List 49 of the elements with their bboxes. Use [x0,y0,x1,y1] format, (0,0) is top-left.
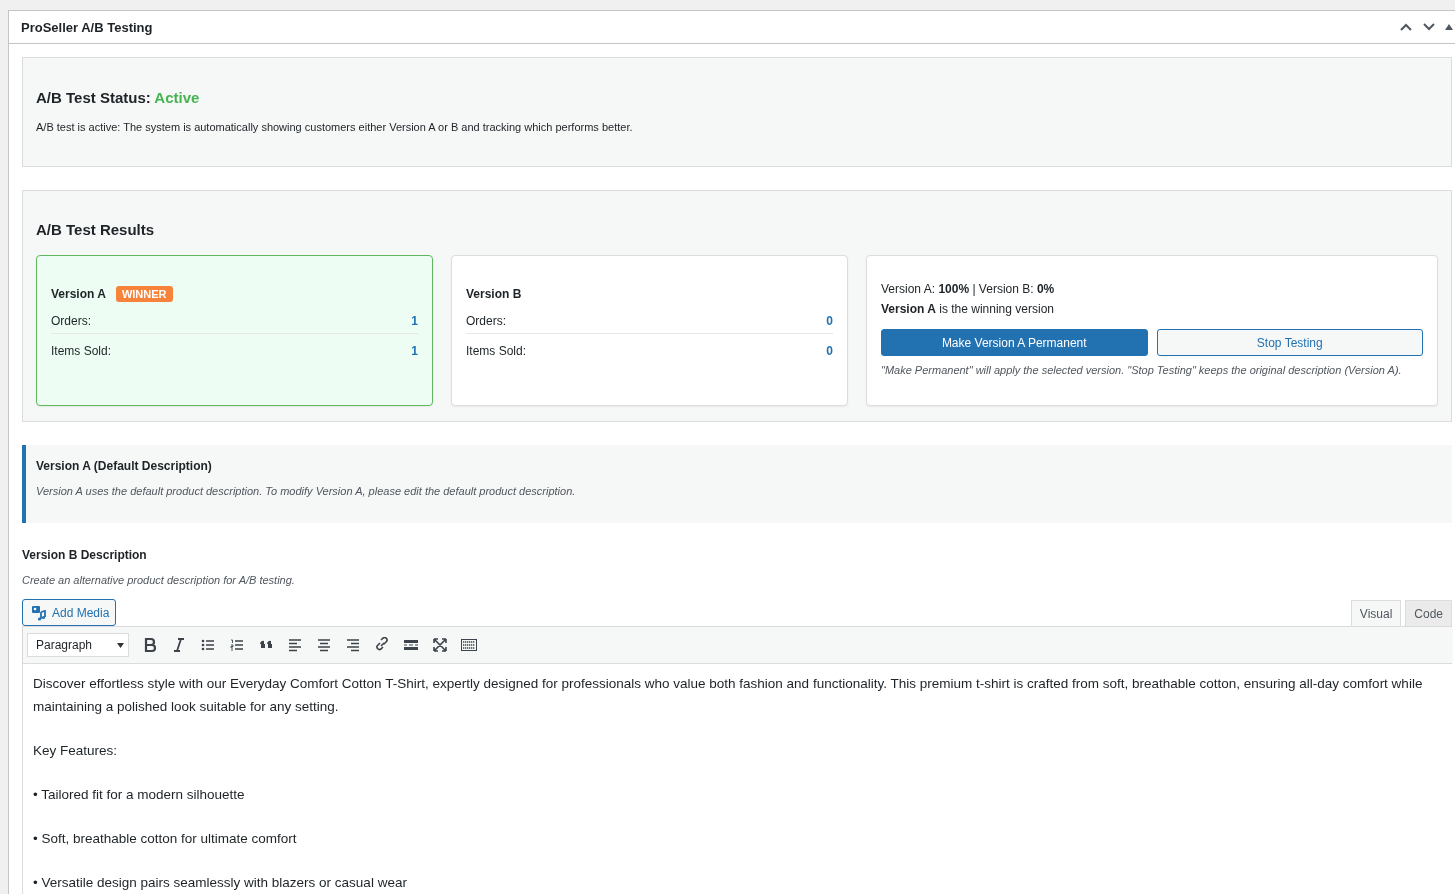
version-b-title: Version B Description [22,548,148,562]
italic-icon[interactable] [171,637,187,653]
stat-value: 1 [411,314,418,328]
align-center-icon[interactable] [316,637,332,653]
add-media-button[interactable]: Add Media [22,599,117,626]
stat-label: Items Sold: [466,344,527,358]
editor-paragraph: • Tailored fit for a modern silhouette [33,786,246,804]
chevron-down-icon[interactable] [1422,22,1436,32]
version-name: Version B [466,287,522,301]
align-right-icon[interactable] [345,637,361,653]
split-text: Version A: 100% | Version B: 0% [881,281,1056,298]
collapse-triangle-icon[interactable] [1445,24,1453,30]
numbered-list-icon[interactable] [229,637,245,653]
version-a-title: Version A (Default Description) [36,459,213,473]
version-name: Version A [51,287,106,301]
format-dropdown[interactable]: Paragraph [27,633,129,657]
fullscreen-icon[interactable] [432,637,448,653]
editor-tab[interactable]: Code [1405,600,1452,626]
panel-title: ProSeller A/B Testing [21,19,153,35]
editor-tab[interactable]: Visual [1350,600,1402,626]
winner-text: Version A is the winning version [881,301,1055,318]
stat-label: Orders: [466,314,506,328]
winner-badge: WINNER [115,286,173,302]
link-icon[interactable] [374,637,390,653]
align-left-icon[interactable] [287,637,303,653]
read-more-icon[interactable] [403,637,419,653]
stat-label: Orders: [51,314,91,328]
dropdown-caret-icon [117,642,124,648]
editor-paragraph: • Versatile design pairs seamlessly with blazers or casual wear [33,874,408,892]
editor-paragraph: Discover effortless style with our Everyday Comfort Cotton T-Shirt, expertly designed for professionals who value both fashion and functionality. This premium t-shirt is crafted from soft, breathable cotton, ensuring all-day comfort while maintaining a polished look suitable for any setting. [33,675,1424,716]
chevron-up-icon[interactable] [1399,22,1413,32]
stat-label: Items Sold: [51,344,112,358]
bold-icon[interactable] [142,637,158,653]
stat-value: 0 [826,314,833,328]
status-heading: A/B Test Status: Active [36,89,201,106]
version-a-note: Version A uses the default product description. To modify Version A, please edit the default product description. [36,485,577,497]
editor-paragraph: • Soft, breathable cotton for ultimate comfort [33,830,298,848]
action-note: "Make Permanent" will apply the selected version. "Stop Testing" keeps the original description (Version A). [881,364,1403,376]
status-message: A/B test is active: The system is automatically showing customers either Version A or B and tracking which performs better. [36,121,634,133]
keyboard-icon[interactable] [461,637,477,653]
stat-value: 1 [411,344,418,358]
make-permanent-button[interactable]: Make Version A Permanent [881,329,1148,356]
stat-value: 0 [826,344,833,358]
results-heading: A/B Test Results [36,221,156,238]
stop-testing-button[interactable]: Stop Testing [1156,329,1423,356]
bulleted-list-icon[interactable] [200,637,216,653]
editor-paragraph: Key Features: [33,742,119,760]
version-b-hint: Create an alternative product description for A/B testing. [22,574,296,586]
media-icon [31,604,47,621]
